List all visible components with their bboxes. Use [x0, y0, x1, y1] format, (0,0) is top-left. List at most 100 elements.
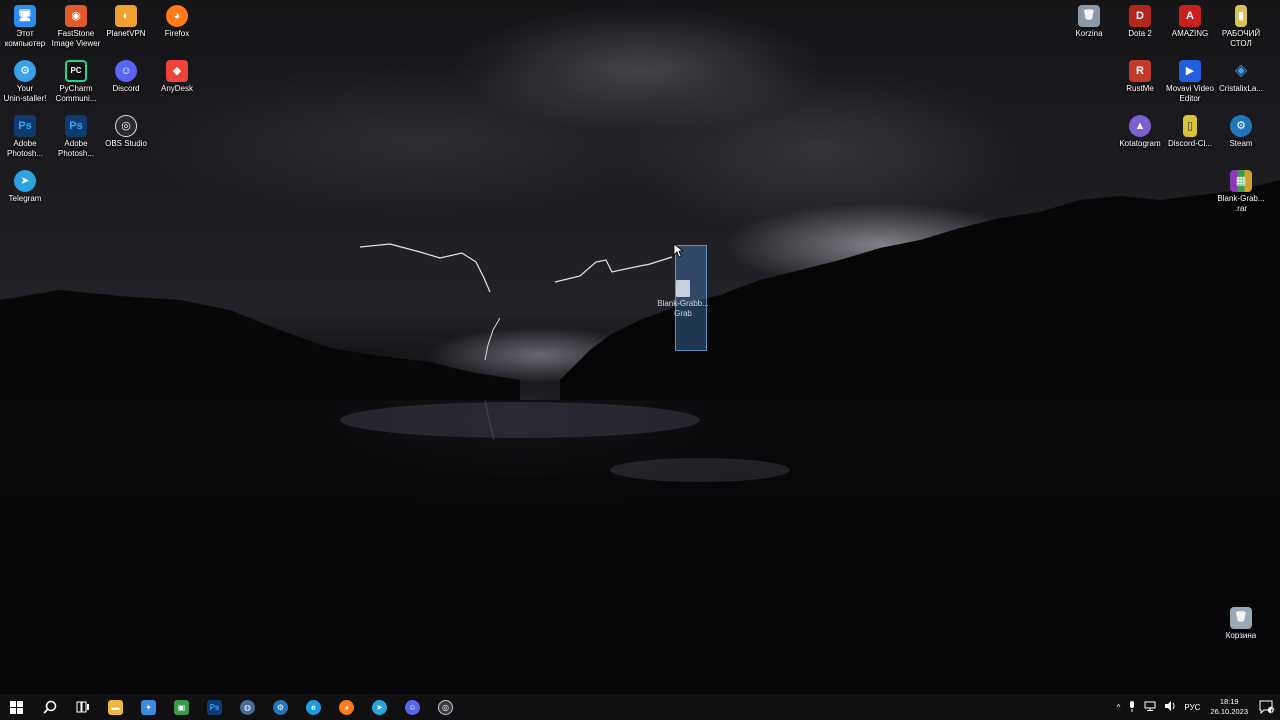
firefox-icon: ◕	[339, 699, 354, 715]
cristalix-icon: ◈	[1234, 62, 1248, 79]
amazing-icon: A	[1179, 5, 1201, 27]
desktop-icon-discord-client[interactable]: ▯ Discord-Cl...	[1164, 110, 1216, 149]
discord-icon: ☺	[115, 60, 137, 82]
this-pc-icon: 🖥	[14, 5, 36, 27]
desktop-icon-label: Your Unin-staller!	[3, 84, 47, 103]
folder-icon: ▮	[1235, 5, 1247, 27]
taskbar-app-photoshop[interactable]: Ps	[198, 694, 231, 720]
discord-icon: ☺	[405, 699, 420, 715]
photoshop-icon: Ps	[65, 115, 87, 137]
desktop-icon-planetvpn[interactable]: ◐ PlanetVPN	[100, 0, 152, 39]
desktop-icon-rabochiy-stol[interactable]: ▮ РАБОЧИЙ СТОЛ	[1215, 0, 1267, 49]
desktop-icon-label: OBS Studio	[105, 139, 147, 148]
tray-overflow-chevron-icon[interactable]: ^	[1113, 703, 1125, 712]
desktop-icon-movavi[interactable]: ▶ Movavi Video Editor	[1164, 55, 1216, 104]
desktop-icon-pycharm[interactable]: PC PyCharm Communi...	[50, 55, 102, 104]
taskbar-app-explorer[interactable]: ▬	[99, 694, 132, 720]
taskbar-app-telegram[interactable]: ➤	[363, 694, 396, 720]
desktop-icon-label: Adobe Photosh...	[6, 139, 44, 158]
desktop-wallpaper	[0, 0, 1280, 694]
desktop-icon-label: RustMe	[1126, 84, 1154, 93]
desktop-icon-faststone[interactable]: ◉ FastStone Image Viewer	[50, 0, 102, 49]
desktop-icon-telegram[interactable]: ➤ Telegram	[0, 165, 51, 204]
windows-start-icon[interactable]	[0, 694, 33, 720]
system-tray: ^ РУС 18:19 26.10.2023 6	[1113, 694, 1280, 720]
desktop-icon-uninstaller[interactable]: ⚙ Your Unin-staller!	[0, 55, 51, 104]
taskbar-app-globe[interactable]: ◍	[231, 694, 264, 720]
desktop-icon-label: AMAZING	[1171, 29, 1209, 38]
fan-app-icon: ✦	[141, 699, 156, 715]
volume-icon[interactable]	[1160, 701, 1180, 713]
desktop-icon-steam[interactable]: ⚙ Steam	[1215, 110, 1267, 149]
taskbar-app-obs[interactable]: ◎	[429, 694, 462, 720]
clock[interactable]: 18:19 26.10.2023	[1204, 697, 1254, 717]
taskbar: ▬ ✦ ▣ Ps ◍ ⚙ e ◕ ➤ ☺ ◎ ^ РУС 18:19 26.10…	[0, 694, 1280, 720]
photoshop-icon: Ps	[207, 699, 222, 715]
desktop-icon-label: РАБОЧИЙ СТОЛ	[1221, 29, 1261, 48]
file-explorer-icon: ▬	[108, 699, 123, 715]
notification-count: 6	[1270, 709, 1274, 715]
taskbar-app-discord[interactable]: ☺	[396, 694, 429, 720]
desktop-icon-dota2[interactable]: D Dota 2	[1114, 0, 1166, 39]
taskbar-app-steam[interactable]: ⚙	[264, 694, 297, 720]
firefox-icon: ◕	[166, 5, 188, 27]
taskbar-app-fan[interactable]: ✦	[132, 694, 165, 720]
desktop-icon-label: AnyDesk	[160, 84, 193, 93]
desktop-icon-korzina[interactable]: 🗑 Korzina	[1063, 0, 1115, 39]
anydesk-icon: ◆	[166, 60, 188, 82]
recycle-bin-icon: 🗑	[1230, 607, 1252, 629]
desktop-icon-amazing[interactable]: A AMAZING	[1164, 0, 1216, 39]
language-indicator[interactable]: РУС	[1180, 703, 1204, 712]
desktop-icon-this-pc[interactable]: 🖥 Этот компьютер	[0, 0, 51, 49]
desktop-icon-obs[interactable]: ◎ OBS Studio	[100, 110, 152, 149]
dragged-file-label: Blank-Grabb... Grab	[657, 299, 709, 318]
desktop-icon-label: Movavi Video Editor	[1166, 84, 1214, 103]
desktop-icon-label: PyCharm Communi...	[55, 84, 97, 103]
desktop-icon-discord[interactable]: ☺ Discord	[100, 55, 152, 94]
desktop-icon-label: Этот компьютер	[4, 29, 46, 48]
desktop-icon-anydesk[interactable]: ◆ AnyDesk	[151, 55, 203, 94]
steam-icon: ⚙	[273, 699, 288, 715]
desktop-icon-photoshop-2[interactable]: Ps Adobe Photosh...	[50, 110, 102, 159]
desktop-icon-label: Adobe Photosh...	[57, 139, 95, 158]
task-view-icon[interactable]	[66, 694, 99, 720]
desktop-icon-kotatogram[interactable]: ▲ Kotatogram	[1114, 110, 1166, 149]
rustme-icon: R	[1129, 60, 1151, 82]
desktop-icon-korzina-ru[interactable]: 🗑 Корзина	[1215, 602, 1267, 641]
desktop-icon-label: Dota 2	[1128, 29, 1152, 38]
mouse-cursor-icon	[673, 243, 683, 258]
photoshop-icon: Ps	[14, 115, 36, 137]
desktop-icon-firefox[interactable]: ◕ Firefox	[151, 0, 203, 39]
desktop-icon-blank-grab-rar[interactable]: ▦ Blank-Grab... .rar	[1215, 165, 1267, 214]
desktop-icon-label: CristalixLa...	[1218, 84, 1263, 93]
clock-date: 26.10.2023	[1210, 707, 1248, 716]
kotatogram-icon: ▲	[1129, 115, 1151, 137]
desktop-icon-label: Firefox	[164, 29, 190, 38]
taskbar-app-store[interactable]: ▣	[165, 694, 198, 720]
dragged-file-ghost: Blank-Grabb... Grab	[656, 280, 710, 319]
desktop-icon-label: Telegram	[8, 194, 42, 203]
desktop-icon-rustme[interactable]: R RustMe	[1114, 55, 1166, 94]
taskbar-app-firefox[interactable]: ◕	[330, 694, 363, 720]
obs-icon: ◎	[438, 699, 453, 715]
rar-archive-icon: ▦	[1230, 170, 1252, 192]
desktop-icon-label: PlanetVPN	[106, 29, 146, 38]
dota2-icon: D	[1129, 5, 1151, 27]
desktop-icon-photoshop-1[interactable]: Ps Adobe Photosh...	[0, 110, 51, 159]
desktop-icon-cristalix[interactable]: ◈ CristalixLa...	[1215, 55, 1267, 94]
search-icon[interactable]	[33, 694, 66, 720]
wallpaper-scene	[0, 180, 1280, 694]
microphone-icon[interactable]	[1124, 700, 1140, 714]
discord-client-icon: ▯	[1183, 115, 1197, 137]
taskbar-app-edge[interactable]: e	[297, 694, 330, 720]
globe-icon: ◍	[240, 699, 255, 715]
clock-time: 18:19	[1219, 697, 1239, 706]
store-icon: ▣	[174, 699, 189, 715]
steam-icon: ⚙	[1230, 115, 1252, 137]
desktop-icon-label: Discord-Cl...	[1167, 139, 1212, 148]
movavi-icon: ▶	[1179, 60, 1201, 82]
network-icon[interactable]	[1140, 701, 1160, 713]
telegram-icon: ➤	[372, 699, 387, 715]
notification-center-icon[interactable]: 6	[1254, 694, 1280, 720]
desktop-icon-label: Discord	[112, 84, 140, 93]
